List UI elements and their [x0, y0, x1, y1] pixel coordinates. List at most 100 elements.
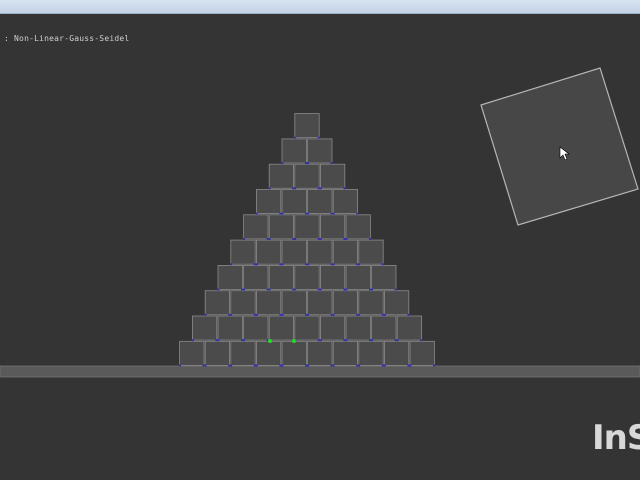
pyramid-box	[332, 340, 359, 366]
contact-point	[230, 364, 233, 367]
solver-label: : Non-Linear-Gauss-Seidel	[4, 34, 130, 43]
contact-point	[407, 313, 410, 316]
contact-point	[281, 263, 284, 266]
contact-point	[358, 364, 361, 367]
pyramid-box	[307, 239, 333, 265]
contact-point	[319, 187, 322, 190]
contact-point	[253, 364, 256, 367]
pyramid-box	[230, 290, 256, 316]
pyramid-box	[243, 264, 269, 290]
pyramid-box	[217, 264, 243, 290]
pyramid-box	[371, 315, 397, 341]
contact-point	[204, 313, 207, 316]
pyramid-box	[319, 315, 346, 341]
contact-point	[279, 364, 282, 367]
contact-point	[304, 162, 308, 165]
contact-point	[332, 364, 335, 367]
pyramid-box	[268, 315, 295, 341]
contact-point	[381, 263, 384, 266]
contact-point	[306, 364, 310, 367]
pyramid-box	[217, 315, 243, 341]
contact-point	[266, 288, 269, 291]
contact-point	[281, 212, 284, 215]
pyramid-box	[332, 239, 359, 265]
contact-point	[319, 237, 322, 241]
contact-point	[356, 364, 359, 367]
pyramid-box	[396, 315, 423, 341]
contact-point	[370, 288, 374, 291]
contact-point	[345, 288, 348, 291]
contact-point	[356, 313, 359, 316]
highlighted-contact-point	[268, 339, 272, 343]
contact-point	[317, 288, 320, 291]
contact-point	[317, 339, 320, 342]
contact-point	[217, 288, 220, 291]
contact-point	[253, 263, 256, 266]
contact-point	[294, 136, 297, 139]
pyramid-box	[358, 239, 384, 265]
contact-point	[343, 237, 346, 241]
contact-point	[304, 263, 308, 266]
pyramid-box	[281, 340, 307, 366]
contact-point	[217, 339, 220, 342]
pyramid-box	[230, 239, 256, 265]
contact-point	[215, 339, 218, 342]
pyramid-box	[204, 290, 230, 316]
contact-point	[255, 212, 258, 215]
contact-point	[356, 263, 359, 266]
pyramid-box	[307, 138, 333, 164]
pyramid-box	[243, 315, 269, 341]
contact-point	[356, 212, 359, 215]
contact-point	[268, 237, 271, 241]
contact-point	[330, 162, 333, 165]
ground-plane	[0, 365, 640, 378]
pyramid-box	[281, 138, 307, 164]
contact-point	[304, 212, 308, 215]
contact-point	[368, 339, 372, 342]
contact-point	[230, 263, 233, 266]
contact-point	[228, 364, 231, 367]
pyramid-box	[230, 340, 256, 366]
contact-point	[381, 364, 384, 367]
pyramid-box	[281, 290, 307, 316]
contact-point	[345, 339, 348, 342]
pyramid-box	[243, 214, 269, 240]
pyramid-box	[294, 264, 320, 290]
contact-point	[317, 187, 320, 190]
contact-point	[343, 288, 346, 291]
pyramid-box	[319, 163, 346, 189]
contact-point	[394, 288, 397, 291]
contact-point	[409, 364, 412, 367]
contact-point	[240, 288, 244, 291]
contact-point	[191, 339, 194, 342]
contact-point	[279, 212, 282, 215]
pyramid-box	[294, 163, 320, 189]
contact-point	[306, 313, 310, 316]
contact-point	[266, 237, 269, 241]
contact-point	[253, 313, 256, 316]
contact-point	[332, 263, 335, 266]
free-falling-box	[480, 67, 639, 226]
contact-point	[279, 263, 282, 266]
contact-point	[317, 136, 320, 139]
pyramid-box	[281, 189, 307, 215]
pyramid-box	[179, 340, 205, 366]
contact-point	[394, 339, 397, 342]
pyramid-box	[255, 290, 282, 316]
contact-point	[407, 364, 410, 367]
pyramid-box	[307, 189, 333, 215]
pyramid-box	[371, 264, 397, 290]
contact-point	[294, 237, 297, 241]
contact-point	[292, 187, 295, 190]
contact-point	[268, 187, 271, 190]
pyramid-box	[307, 290, 333, 316]
contact-point	[242, 339, 246, 342]
contact-point	[306, 162, 310, 165]
contact-point	[383, 364, 386, 367]
contact-point	[319, 288, 322, 291]
contact-point	[202, 364, 205, 367]
contact-point	[420, 339, 423, 342]
contact-point	[279, 313, 282, 316]
pyramid-box	[255, 239, 282, 265]
contact-point	[292, 288, 295, 291]
